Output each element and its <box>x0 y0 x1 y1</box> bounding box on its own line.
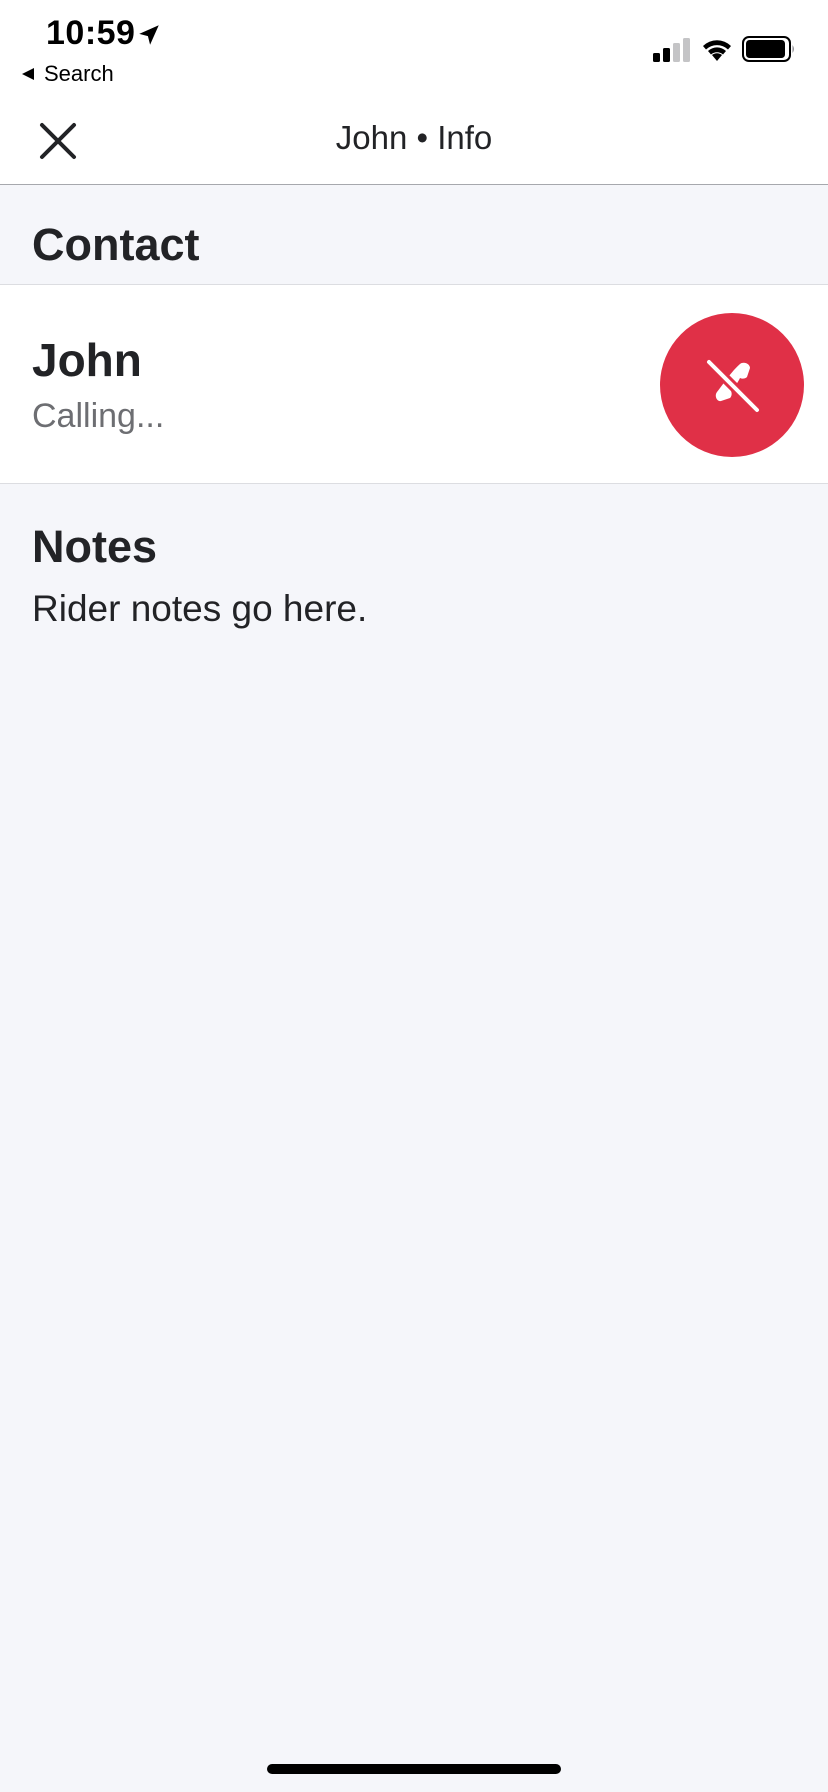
location-arrow-icon <box>139 25 159 45</box>
contact-card: John Calling... <box>0 285 828 484</box>
notes-body: Rider notes go here. <box>32 588 368 629</box>
battery-icon <box>742 36 794 62</box>
end-call-button[interactable] <box>660 313 804 457</box>
back-to-app-link[interactable]: Search <box>20 60 114 88</box>
signal-icon <box>653 38 690 62</box>
status-time: 10:59 <box>46 14 136 52</box>
wifi-icon <box>703 40 731 61</box>
page-title: John • Info <box>335 119 493 156</box>
call-status: Calling... <box>32 397 165 435</box>
back-arrow-icon <box>22 68 34 80</box>
contact-section-title: Contact <box>32 219 200 270</box>
contact-name: John <box>32 334 142 386</box>
back-app-label: Search <box>44 61 114 86</box>
contact-section-header: Contact <box>0 185 828 285</box>
home-indicator[interactable] <box>267 1764 561 1774</box>
phone-hangup-icon <box>704 357 762 415</box>
navigation-bar: John • Info <box>0 95 828 185</box>
notes-title: Notes <box>32 521 158 572</box>
status-bar: 10:59 Search <box>0 0 828 95</box>
